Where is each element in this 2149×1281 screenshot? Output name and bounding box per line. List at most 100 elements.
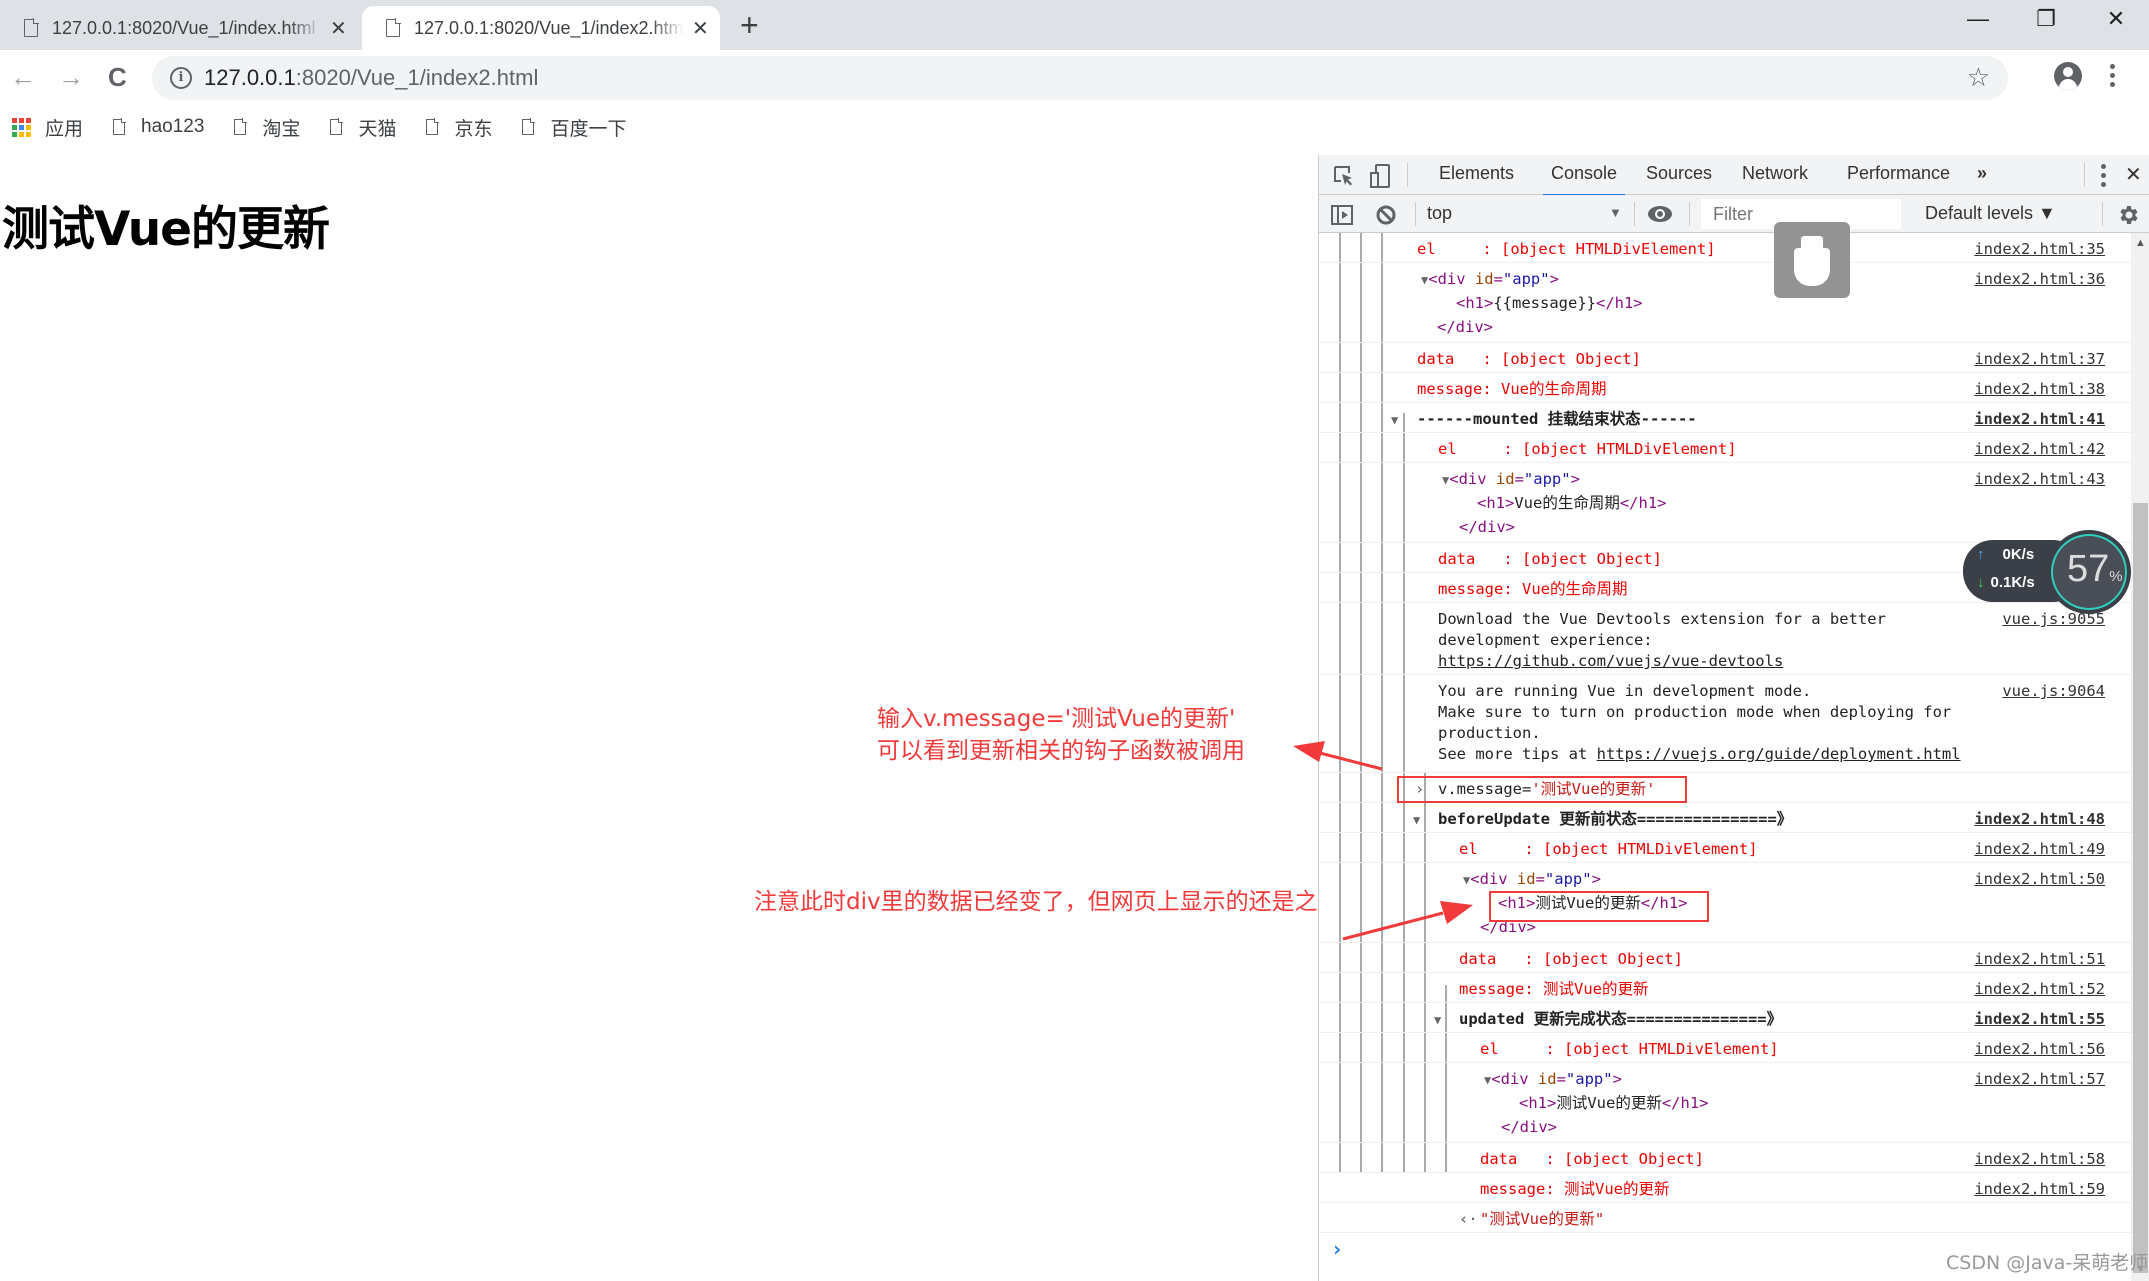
page-heading: 测试Vue的更新 <box>2 202 330 257</box>
source-link[interactable]: index2.html:49 <box>1974 839 2105 860</box>
source-link[interactable]: index2.html:35 <box>1974 239 2105 260</box>
clear-console-icon[interactable] <box>1375 204 1397 226</box>
console-result-row: ‹· "测试Vue的更新" <box>1319 1203 2131 1233</box>
console-output[interactable]: el : [object HTMLDivElement] index2.html… <box>1319 233 2131 1281</box>
apps-grid-icon <box>12 117 31 137</box>
inspect-element-icon[interactable] <box>1333 165 1355 187</box>
dom-node-child[interactable]: <h1>Vue的生命周期</h1> <box>1477 493 1667 514</box>
source-link[interactable]: index2.html:42 <box>1974 439 2105 460</box>
window-close-button[interactable]: ✕ <box>2086 6 2146 32</box>
restore-button[interactable]: ❐ <box>2016 6 2076 32</box>
source-link[interactable]: index2.html:37 <box>1974 349 2105 370</box>
console-group-header[interactable]: ▼ beforeUpdate 更新前状态===============》 ind… <box>1319 803 2131 833</box>
deployment-link[interactable]: https://vuejs.org/guide/deployment.html <box>1597 745 1961 763</box>
annotation-div-note: 注意此时div里的数据已经变了，但网页上显示的还是之前的 <box>754 886 1364 918</box>
page-icon <box>113 118 127 135</box>
console-group-header[interactable]: ▼ updated 更新完成状态===============》 index2.… <box>1319 1003 2131 1033</box>
divider <box>1407 163 1408 187</box>
group-label: ------mounted 挂载结束状态------ <box>1417 410 1697 428</box>
dom-node-tree[interactable]: ▼<div id="app"> <box>1484 1069 1622 1091</box>
address-bar[interactable]: i 127.0.0.1:8020/Vue_1/index2.html ☆ <box>152 56 2008 100</box>
source-link[interactable]: vue.js:9064 <box>2002 681 2105 702</box>
browser-menu-icon[interactable] <box>2110 64 2116 91</box>
upload-speed: ↑ 0K/s <box>1977 546 2035 563</box>
back-button[interactable]: ← <box>10 62 36 93</box>
dom-node-tree[interactable]: ▼<div id="app"> <box>1463 869 1601 891</box>
download-arrow-icon: ↓ <box>1977 574 1985 591</box>
source-link[interactable]: index2.html:56 <box>1974 1039 2105 1060</box>
source-link[interactable]: index2.html:38 <box>1974 379 2105 400</box>
source-link[interactable]: index2.html:51 <box>1974 949 2105 970</box>
source-link[interactable]: index2.html:48 <box>1974 809 2105 830</box>
console-scrollbar[interactable]: ▲ ▼ <box>2131 233 2149 1281</box>
more-tabs-button[interactable]: » <box>1977 163 1987 194</box>
annotation-line: 注意此时div里的数据已经变了，但网页上显示的还是之前的 <box>754 889 1364 915</box>
tab-elements[interactable]: Elements <box>1439 163 1514 194</box>
dom-node-child[interactable]: <h1>{{message}}</h1> <box>1456 293 1643 314</box>
tab-console[interactable]: Console <box>1543 163 1626 197</box>
minimize-button[interactable]: — <box>1948 6 2008 32</box>
apps-grid-dot <box>26 117 31 123</box>
console-row: ▼<div id="app"> <h1>{{message}}</h1> </d… <box>1319 263 2131 343</box>
tab-close-icon[interactable]: ✕ <box>330 16 347 41</box>
group-expand-icon[interactable]: ▼ <box>1434 1009 1441 1031</box>
devtools-close-button[interactable]: ✕ <box>2125 162 2142 197</box>
download-speed: ↓ 0.1K/s <box>1977 574 2035 591</box>
console-settings-gear-icon[interactable] <box>2116 203 2140 227</box>
scrollbar-thumb[interactable] <box>2133 503 2148 1273</box>
tab-title: 127.0.0.1:8020/Vue_1/index.html <box>52 17 316 38</box>
console-row: ▼<div id="app"> <h1>测试Vue的更新</h1> </div>… <box>1319 1063 2131 1143</box>
dom-node-tree[interactable]: ▼<div id="app"> <box>1442 469 1580 491</box>
source-link[interactable]: index2.html:43 <box>1974 469 2105 490</box>
site-info-icon[interactable]: i <box>170 67 192 89</box>
source-link[interactable]: index2.html:41 <box>1974 409 2105 430</box>
apps-grid-dot <box>19 124 24 130</box>
tab-network[interactable]: Network <box>1742 163 1808 194</box>
log-text: data : [object Object] <box>1480 1150 1704 1168</box>
group-expand-icon[interactable]: ▼ <box>1413 809 1420 831</box>
tab-index2[interactable]: 127.0.0.1:8020/Vue_1/index2.html ✕ <box>362 6 720 50</box>
reload-button[interactable]: C <box>108 62 127 93</box>
bookmark-apps[interactable]: 应用 <box>0 114 83 141</box>
context-selector[interactable]: top <box>1427 203 1452 224</box>
dom-node-child[interactable]: <h1>测试Vue的更新</h1> <box>1519 1093 1709 1114</box>
bookmark-baidu[interactable]: 百度一下 <box>522 114 626 141</box>
dom-node-tree[interactable]: ▼<div id="app"> <box>1421 269 1559 291</box>
devtools-menu-icon[interactable] <box>2101 164 2106 191</box>
context-dropdown-icon[interactable]: ▼ <box>1609 205 1622 220</box>
log-levels-dropdown[interactable]: Default levels ▼ <box>1925 203 2056 224</box>
log-text: Download the Vue Devtools extension for … <box>1438 610 1886 628</box>
tab-sources[interactable]: Sources <box>1646 163 1712 194</box>
bookmark-taobao[interactable]: 淘宝 <box>234 114 300 141</box>
device-toolbar-icon[interactable] <box>1369 163 1391 189</box>
annotation-line: 输入v.message='测试Vue的更新' <box>877 706 1236 732</box>
tab-index[interactable]: 127.0.0.1:8020/Vue_1/index.html ✕ <box>0 6 360 50</box>
source-link[interactable]: index2.html:59 <box>1974 1179 2105 1200</box>
scroll-up-arrow-icon[interactable]: ▲ <box>2135 237 2146 249</box>
annotation-line: 可以看到更新相关的钩子函数被调用 <box>877 738 1245 764</box>
tab-close-icon[interactable]: ✕ <box>692 16 709 41</box>
source-link[interactable]: index2.html:58 <box>1974 1149 2105 1170</box>
profile-avatar-icon[interactable] <box>2054 62 2082 90</box>
source-link[interactable]: index2.html:55 <box>1974 1009 2105 1030</box>
tab-performance[interactable]: Performance <box>1847 163 1950 194</box>
group-expand-icon[interactable]: ▼ <box>1391 409 1398 431</box>
source-link[interactable]: index2.html:52 <box>1974 979 2105 1000</box>
bookmark-jd[interactable]: 京东 <box>426 114 492 141</box>
source-link[interactable]: index2.html:50 <box>1974 869 2105 890</box>
log-text: You are running Vue in development mode. <box>1438 682 1812 700</box>
upload-arrow-icon: ↑ <box>1977 546 1985 563</box>
devtools-link[interactable]: https://github.com/vuejs/vue-devtools <box>1438 651 1783 672</box>
log-text: Make sure to turn on production mode whe… <box>1438 703 1952 721</box>
sidebar-toggle-icon[interactable] <box>1331 205 1353 225</box>
url-text[interactable]: 127.0.0.1:8020/Vue_1/index2.html <box>204 65 538 91</box>
console-group-header[interactable]: ▼ ------mounted 挂载结束状态------ index2.html… <box>1319 403 2131 433</box>
live-expression-eye-icon[interactable] <box>1647 204 1673 224</box>
bookmark-star-icon[interactable]: ☆ <box>1967 62 1990 93</box>
source-link[interactable]: index2.html:36 <box>1974 269 2105 290</box>
bookmark-tmall[interactable]: 天猫 <box>330 114 396 141</box>
new-tab-button[interactable]: + <box>740 9 759 41</box>
forward-button[interactable]: → <box>58 62 84 93</box>
source-link[interactable]: index2.html:57 <box>1974 1069 2105 1090</box>
bookmark-hao123[interactable]: hao123 <box>113 116 204 138</box>
